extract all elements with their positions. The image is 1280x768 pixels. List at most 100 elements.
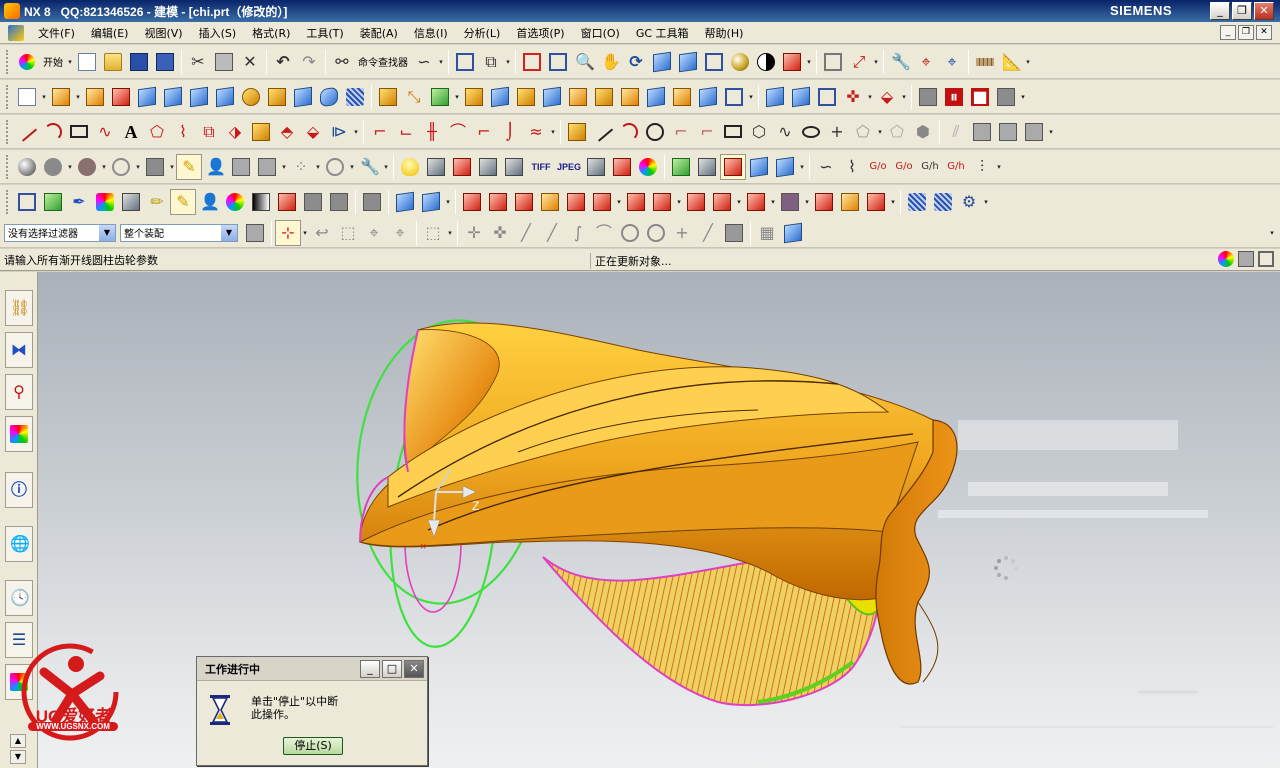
blue-cube-2-button[interactable] (772, 154, 798, 180)
intersect-curve-button[interactable] (248, 119, 274, 145)
sketch-polygon-button[interactable]: ⬡ (746, 119, 772, 145)
edit-image-button[interactable] (583, 154, 609, 180)
g1-button[interactable]: G/h (917, 154, 943, 180)
shaded-body-button[interactable] (720, 153, 746, 180)
split-body-button[interactable] (591, 84, 617, 110)
gear-dropdown[interactable]: ▾ (982, 189, 990, 215)
undo-selection-button[interactable]: ↩ (309, 220, 335, 246)
curve-dropdown[interactable]: ▾ (352, 119, 360, 145)
web-browser-tab[interactable]: 🌐 (5, 526, 33, 562)
wireframe-button[interactable] (701, 49, 727, 75)
snap-on-face-button[interactable] (721, 220, 747, 246)
sync-resize-button[interactable] (537, 189, 563, 215)
background-dropdown[interactable]: ▾ (168, 154, 176, 180)
feature-2-button[interactable] (418, 189, 444, 215)
edge-blend-button[interactable] (461, 84, 487, 110)
sketch-button[interactable]: ∽ (411, 49, 437, 75)
menu-preferences[interactable]: 首选项(P) (508, 25, 572, 41)
pause-button[interactable]: ⏸ (941, 84, 967, 110)
derived-line-button[interactable]: ⬢ (910, 119, 936, 145)
sketch-task-button[interactable] (564, 119, 590, 145)
texture-button[interactable] (40, 154, 66, 180)
section-curve-button[interactable]: ⬘ (274, 119, 300, 145)
rectangle-button[interactable] (66, 119, 92, 145)
block-button[interactable] (134, 84, 160, 110)
highlight-2-button[interactable]: ✎ (170, 188, 196, 215)
view-dropdown[interactable]: ▾ (805, 49, 813, 75)
studio-spline-button[interactable]: ∿ (92, 119, 118, 145)
plane-button[interactable] (254, 154, 280, 180)
pad-button[interactable] (212, 84, 238, 110)
box-gray-2-button[interactable] (326, 189, 352, 215)
open-button[interactable] (100, 49, 126, 75)
macro-button[interactable] (993, 84, 1019, 110)
hole-button[interactable] (108, 84, 134, 110)
menu-analysis[interactable]: 分析(L) (456, 25, 509, 41)
macro-dropdown[interactable]: ▾ (1019, 84, 1027, 110)
snap-center-button[interactable] (617, 220, 643, 246)
minimize-button[interactable]: _ (1210, 2, 1230, 20)
camera-button[interactable] (423, 154, 449, 180)
sync-shell-button[interactable] (743, 189, 769, 215)
offset-face-button[interactable]: ⬙ (874, 84, 900, 110)
selection-scope-combo[interactable]: 整个装配 ▼ (120, 223, 238, 242)
face-analysis-button[interactable] (753, 49, 779, 75)
decal-dropdown[interactable]: ▾ (100, 154, 108, 180)
measure-dropdown[interactable]: ▾ (1024, 49, 1032, 75)
restore-layout-icon[interactable] (1258, 251, 1274, 267)
snap-quadrant-button[interactable] (643, 220, 669, 246)
menu-help[interactable]: 帮助(H) (697, 25, 752, 41)
menu-insert[interactable]: 插入(S) (191, 25, 245, 41)
bridge-curve-button[interactable]: ≈ (523, 119, 549, 145)
sketch-dropdown[interactable]: ▾ (437, 49, 445, 75)
auto-constraint-button[interactable] (995, 119, 1021, 145)
shaded-button[interactable] (675, 49, 701, 75)
sketch-dropdown-2[interactable]: ▾ (876, 119, 884, 145)
select-feature-button[interactable]: ⌖ (939, 49, 965, 75)
show-constraints-button[interactable] (1021, 119, 1047, 145)
flag-button[interactable] (274, 189, 300, 215)
extrude-button[interactable] (48, 84, 74, 110)
blue-cube-button[interactable] (746, 154, 772, 180)
sketch-point-button[interactable]: + (824, 119, 850, 145)
edit-curve-button[interactable]: ╫ (419, 119, 445, 145)
no-light-dropdown[interactable]: ▾ (348, 154, 356, 180)
extrude-dropdown[interactable]: ▾ (74, 84, 82, 110)
spring-button[interactable] (342, 84, 368, 110)
sync-move-button[interactable] (459, 189, 485, 215)
wcs-button[interactable]: ⤢ (846, 49, 872, 75)
helix-button[interactable]: ⌇ (170, 119, 196, 145)
dialog-maximize-button[interactable]: □ (382, 660, 402, 678)
save-as-button[interactable] (152, 49, 178, 75)
nx-menu-icon[interactable] (8, 24, 24, 41)
move-dropdown[interactable]: ▾ (504, 49, 512, 75)
solid-body-button[interactable] (777, 189, 803, 215)
rotate-button[interactable]: ⟳ (623, 49, 649, 75)
doc-restore-button[interactable]: ❐ (1238, 25, 1254, 40)
assembly-navigator-tab[interactable]: ⛓ (5, 290, 33, 326)
decal-button[interactable] (74, 154, 100, 180)
menu-file[interactable]: 文件(F) (30, 25, 83, 41)
emboss-button[interactable] (238, 84, 264, 110)
boolean-dropdown[interactable]: ▾ (747, 84, 755, 110)
floor-button[interactable] (228, 154, 254, 180)
feature-dropdown[interactable]: ▾ (444, 189, 452, 215)
view-cube-button[interactable] (780, 220, 806, 246)
shell-button[interactable] (539, 84, 565, 110)
sync-pull-button[interactable] (485, 189, 511, 215)
snap-intersection-button[interactable]: ∫ (565, 220, 591, 246)
check-button[interactable]: ⫶ (969, 154, 995, 180)
command-finder-label[interactable]: 命令查找器 (355, 54, 411, 69)
general-selection-button[interactable] (242, 220, 268, 246)
no-material-button[interactable] (108, 154, 134, 180)
edit-face-button[interactable] (863, 189, 889, 215)
constraint-dropdown[interactable]: ▾ (1047, 119, 1055, 145)
select-face-button[interactable]: ⬚ (335, 220, 361, 246)
highlight-button[interactable]: ✎ (176, 153, 202, 180)
sync-mirror-button[interactable] (683, 189, 709, 215)
part-navigator-tab[interactable]: ⚲ (5, 374, 33, 410)
background-button[interactable] (142, 154, 168, 180)
cylinder-button[interactable] (316, 84, 342, 110)
pencil-button[interactable]: ✏ (144, 189, 170, 215)
studio-button[interactable] (727, 49, 753, 75)
